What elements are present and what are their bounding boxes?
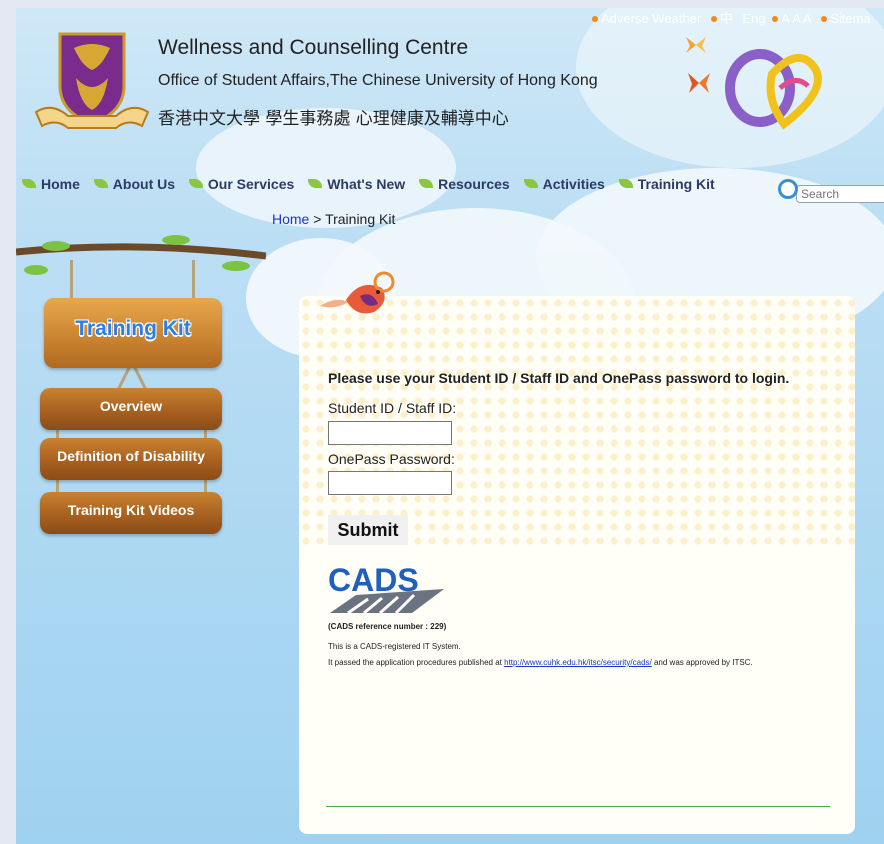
cads-note-prefix: It passed the application procedures pub… [328,658,505,667]
breadcrumb-current: Training Kit [325,211,396,227]
leaf-bullet-icon [523,179,538,188]
adverse-weather-label: Adverse Weather [601,11,702,26]
bullet-icon [772,16,779,22]
cads-link[interactable]: http://www.cuhk.edu.hk/itsc/security/cad… [504,658,652,667]
site-subtitle: Office of Student Affairs,The Chinese Un… [158,72,598,89]
breadcrumb: Home > Training Kit [272,211,395,227]
site-title-chinese: 香港中文大學 學生事務處 心理健康及輔導中心 [158,109,509,129]
lang-zh-label: 中 [719,11,733,26]
nav-item-activities[interactable]: Activities [523,176,605,192]
sign-rope [192,260,195,300]
bullet-icon [592,16,598,22]
submit-button[interactable]: Submit [328,515,408,545]
nav-item-whats-new[interactable]: What's New [308,176,405,192]
sitemap-link[interactable]: Sitema [821,11,873,26]
search-icon[interactable] [778,179,798,199]
cads-note-suffix: and was approved by ITSC. [651,658,753,667]
page: Wellness and Counselling Centre Office o… [16,8,884,844]
cads-approval-note: It passed the application procedures pub… [328,658,753,667]
leaf-bullet-icon [419,179,434,188]
leaf-bullet-icon [188,179,203,188]
cuhk-crest-icon [34,32,150,129]
font-size-links[interactable]: A A A [772,11,814,26]
cads-reference: (CADS reference number : 229) [328,622,447,631]
bird-icon [320,271,395,314]
tree-branch-icon [16,235,266,275]
leaf-bullet-icon [93,179,108,188]
nav-item-label: What's New [327,176,406,192]
leaf-bullet-icon [22,179,36,188]
breadcrumb-separator: > [309,211,326,227]
caring-campus-logo-icon [725,49,822,130]
lang-en-link[interactable]: Eng [742,11,765,26]
nav-item-our-services[interactable]: Our Services [188,176,295,192]
nav-item-home[interactable]: Home [22,176,80,192]
nav-item-label: Resources [438,176,510,192]
password-label: OnePass Password: [328,451,455,467]
site-title: Wellness and Counselling Centre [158,36,469,59]
divider [326,806,830,807]
nav-item-label: Our Services [207,176,295,192]
nav-item-label: Activities [542,176,605,192]
adverse-weather-link[interactable]: Adverse Weather [592,11,704,26]
butterfly-icon [686,37,706,53]
student-id-input[interactable] [328,421,452,445]
butterfly-icon [688,73,710,93]
font-size-label: A A A [781,11,812,26]
password-input[interactable] [328,471,452,495]
nav-item-label: Home [41,176,80,192]
top-links: Adverse Weather 中 Eng A A A Sitema [592,8,877,27]
login-instruction: Please use your Student ID / Staff ID an… [328,370,790,386]
cads-note: This is a CADS-registered IT System. [328,642,461,651]
bullet-icon [821,16,828,22]
nav-item-resources[interactable]: Resources [419,176,510,192]
lang-zh-link[interactable]: 中 [710,11,736,26]
student-id-label: Student ID / Staff ID: [328,400,457,416]
bullet-icon [710,16,717,22]
breadcrumb-home-link[interactable]: Home [272,211,309,227]
nav-item-label: About Us [112,176,176,192]
sitemap-label: Sitema [830,11,871,26]
sign-rope [70,260,73,300]
side-menu-title: Training Kit [44,298,222,368]
side-menu-overview[interactable]: Overview [40,388,222,430]
nav-item-label: Training Kit [637,176,715,192]
nav-item-about-us[interactable]: About Us [93,176,176,192]
side-menu-training-kit-videos[interactable]: Training Kit Videos [40,492,222,534]
side-menu-definition-of-disability[interactable]: Definition of Disability [40,438,222,480]
main-nav: Home About Us Our Services What's New Re… [22,176,725,192]
search-input[interactable] [796,185,884,203]
cads-logo-icon: CADS [328,562,444,615]
leaf-bullet-icon [618,179,633,188]
leaf-bullet-icon [308,179,323,188]
nav-item-training-kit[interactable]: Training Kit [618,176,715,192]
